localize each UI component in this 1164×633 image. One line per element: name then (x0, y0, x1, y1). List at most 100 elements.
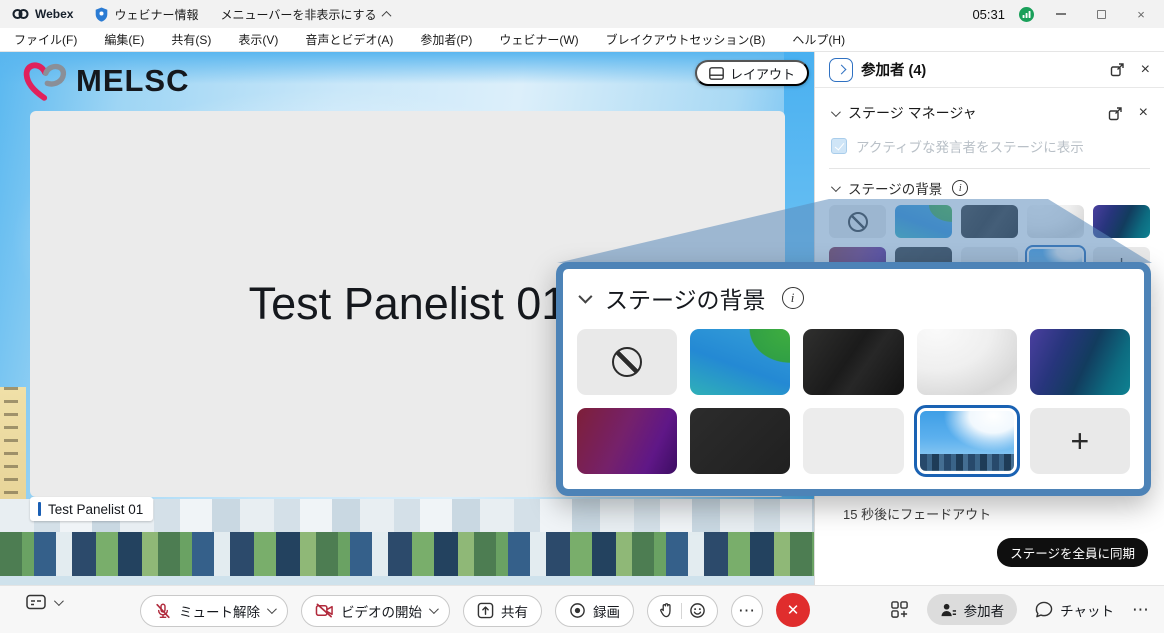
chevron-down-icon (831, 182, 841, 192)
participants-label: 参加者 (964, 600, 1005, 620)
share-screen-icon (477, 602, 494, 619)
camera-off-icon (315, 602, 334, 619)
more-options-button[interactable] (731, 595, 763, 627)
leave-meeting-button[interactable]: ✕ (776, 593, 810, 627)
chevron-down-icon (429, 604, 439, 614)
swatch-none[interactable] (577, 329, 677, 395)
menu-item[interactable]: 表示(V) (238, 31, 278, 48)
stage-manager-title: ステージ マネージャ (848, 103, 977, 123)
info-icon[interactable]: i (952, 180, 968, 196)
brand-name: MELSC (76, 63, 190, 99)
layout-button[interactable]: レイアウト (695, 60, 809, 86)
webinar-info-button[interactable]: ウェビナー情報 (95, 6, 198, 23)
close-section-icon[interactable]: × (1139, 105, 1148, 121)
popup-swatch-grid (563, 321, 1144, 482)
menu-item[interactable]: ウェビナー(W) (499, 31, 578, 48)
record-button[interactable]: 録画 (555, 595, 634, 627)
meeting-time: 05:31 (972, 7, 1005, 22)
share-label: 共有 (501, 601, 528, 621)
menu-item[interactable]: 音声とビデオ(A) (305, 31, 393, 48)
sync-stage-button[interactable]: ステージを全員に同期 (997, 538, 1148, 567)
unmute-label: ミュート解除 (179, 601, 260, 621)
chevron-down-icon (578, 290, 592, 304)
unmute-button[interactable]: ミュート解除 (140, 595, 288, 627)
menu-item[interactable]: 共有(S) (171, 31, 211, 48)
start-video-button[interactable]: ビデオの開始 (301, 595, 450, 627)
brand-logo: MELSC (22, 60, 190, 102)
popup-title: ステージの背景 (605, 281, 766, 315)
menubar: ファイル(F) 編集(E) 共有(S) 表示(V) 音声とビデオ(A) 参加者(P) ウェビ… (0, 28, 1164, 52)
speaker-bar-icon (38, 502, 41, 516)
reactions-group (647, 595, 718, 627)
collapse-panel-button[interactable] (829, 58, 853, 82)
swatch-dark[interactable] (690, 408, 790, 474)
info-icon[interactable]: i (782, 287, 804, 309)
heart-logo-icon (22, 60, 68, 102)
close-button[interactable]: × (1128, 4, 1154, 24)
active-speaker-row[interactable]: アクティブな発言者をステージに表示 (815, 130, 1164, 168)
swatch-silver[interactable] (1027, 205, 1084, 238)
menu-item[interactable]: ファイル(F) (14, 31, 77, 48)
swatch-black-wave[interactable] (961, 205, 1018, 238)
popout-icon[interactable] (1108, 106, 1123, 121)
more-icon (738, 601, 756, 621)
participants-button[interactable]: 参加者 (927, 594, 1018, 625)
menu-item[interactable]: ヘルプ(H) (792, 31, 845, 48)
stage-background-popup: ステージの背景 i (556, 262, 1151, 496)
webex-window: Webex ウェビナー情報 メニューバーを非表示にする 05:31 × ファイル… (0, 0, 1164, 633)
reactions-smiley-icon[interactable] (689, 602, 706, 619)
name-badge: Test Panelist 01 (30, 497, 153, 521)
chevron-down-icon (831, 107, 841, 117)
captions-button[interactable] (26, 594, 61, 611)
menu-item[interactable]: 参加者(P) (420, 31, 472, 48)
layout-icon (709, 67, 724, 80)
swatch-add[interactable] (1030, 408, 1130, 474)
stage-background-title: ステージの背景 (848, 178, 942, 198)
hide-menubar-button[interactable]: メニューバーを非表示にする (220, 6, 389, 23)
menu-item[interactable]: 編集(E) (104, 31, 144, 48)
start-video-label: ビデオの開始 (341, 601, 422, 621)
swatch-silver[interactable] (917, 329, 1017, 395)
webex-logo-icon (12, 7, 29, 21)
popout-icon[interactable] (1110, 62, 1125, 77)
chevron-up-icon (381, 10, 391, 20)
stage-background-header[interactable]: ステージの背景 i (815, 173, 1164, 203)
fadeout-note: 15 秒後にフェードアウト (843, 504, 991, 523)
stage-manager-header[interactable]: ステージ マネージャ × (815, 96, 1164, 130)
app-name: Webex (35, 7, 73, 21)
swatch-red-purple-gradient[interactable] (577, 408, 677, 474)
participants-icon (940, 602, 957, 618)
divider (829, 168, 1150, 169)
webinar-info-label: ウェビナー情報 (114, 6, 198, 23)
raise-hand-icon[interactable] (659, 602, 674, 619)
swatch-black-wave[interactable] (803, 329, 903, 395)
apps-icon[interactable] (890, 600, 909, 619)
closed-captions-icon (26, 594, 46, 611)
menu-item[interactable]: ブレイクアウトセッション(B) (606, 31, 766, 48)
share-button[interactable]: 共有 (463, 595, 542, 627)
swatch-green-blue-gradient[interactable] (690, 329, 790, 395)
chat-bubble-icon (1035, 601, 1053, 618)
swatch-green-blue-gradient[interactable] (895, 205, 952, 238)
participant-display-name: Test Panelist 01 (249, 278, 567, 330)
swatch-purple-teal-gradient[interactable] (1030, 329, 1130, 395)
chat-button[interactable]: チャット (1035, 600, 1114, 620)
connection-quality-icon (1019, 7, 1034, 22)
name-badge-label: Test Panelist 01 (48, 502, 143, 517)
chat-label: チャット (1060, 600, 1114, 620)
close-panel-icon[interactable]: × (1141, 62, 1150, 78)
minimize-button[interactable] (1048, 4, 1074, 24)
chevron-down-icon (267, 604, 277, 614)
swatch-purple-teal-gradient[interactable] (1093, 205, 1150, 238)
record-label: 録画 (593, 601, 620, 621)
swatch-cityscape[interactable] (917, 408, 1017, 474)
titlebar: Webex ウェビナー情報 メニューバーを非表示にする 05:31 × (0, 0, 1164, 28)
restore-button[interactable] (1088, 4, 1114, 24)
participants-title: 参加者 (4) (861, 59, 926, 80)
more-panels-icon[interactable] (1132, 600, 1150, 620)
swatch-light[interactable] (803, 408, 903, 474)
checked-checkbox-icon[interactable] (831, 138, 847, 154)
swatch-none[interactable] (829, 205, 886, 238)
shield-info-icon (95, 7, 108, 22)
divider (681, 603, 682, 619)
